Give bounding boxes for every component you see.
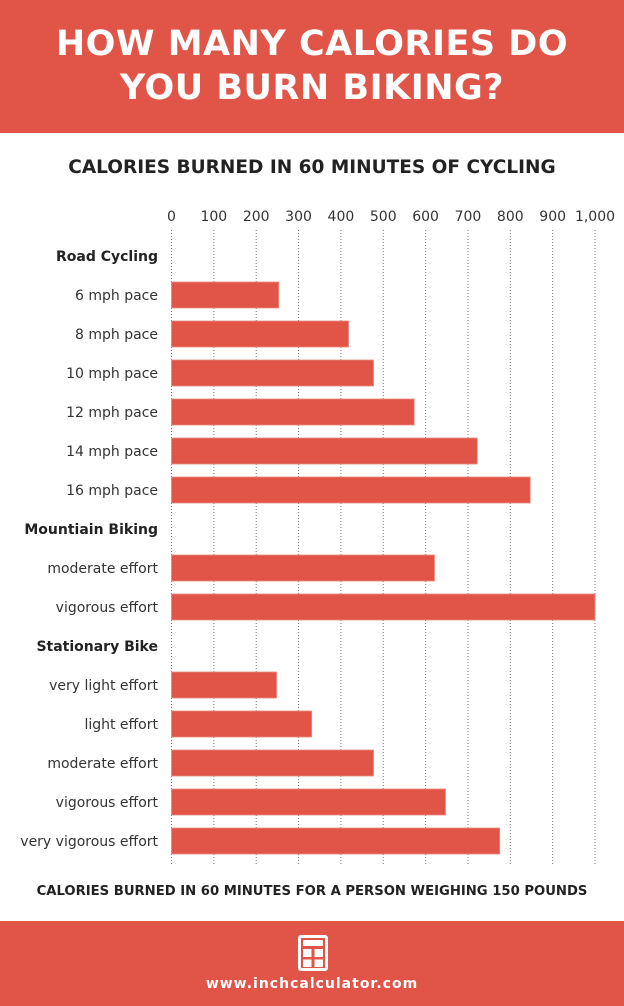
category-label: moderate effort bbox=[47, 756, 158, 772]
website-link[interactable]: www.inchcalculator.com bbox=[0, 976, 624, 992]
bar bbox=[171, 710, 313, 738]
x-tick-label: 0 bbox=[167, 209, 176, 225]
category-label: vigorous effort bbox=[56, 795, 159, 811]
x-tick-label: 500 bbox=[370, 209, 397, 225]
x-tick-label: 600 bbox=[412, 209, 439, 225]
bar bbox=[171, 593, 596, 621]
category-label: 12 mph pace bbox=[66, 405, 158, 421]
bar bbox=[171, 554, 435, 582]
bar-chart: 0 100 200 300 400 500 600 700 800 900 1,000 Road Cy… bbox=[20, 209, 615, 865]
category-label: very light effort bbox=[49, 678, 158, 694]
calculator-icon bbox=[298, 935, 328, 971]
x-tick-label: 100 bbox=[200, 209, 227, 225]
category-label: 10 mph pace bbox=[66, 366, 158, 382]
category-label: vigorous effort bbox=[56, 600, 159, 616]
category-label: moderate effort bbox=[47, 561, 158, 577]
bar bbox=[171, 827, 501, 855]
x-tick-label: 300 bbox=[285, 209, 312, 225]
x-tick-label: 800 bbox=[497, 209, 524, 225]
bar bbox=[171, 398, 415, 426]
bar bbox=[171, 281, 280, 309]
group-label: Stationary Bike bbox=[36, 639, 158, 655]
page-title-line-2: YOU BURN BIKING? bbox=[119, 68, 505, 108]
bar bbox=[171, 320, 349, 348]
bar bbox=[171, 437, 478, 465]
category-label: very vigorous effort bbox=[20, 834, 158, 850]
bar bbox=[171, 788, 446, 816]
category-label: 16 mph pace bbox=[66, 483, 158, 499]
category-label: 6 mph pace bbox=[75, 288, 158, 304]
bar bbox=[171, 476, 531, 504]
page-title: HOW MANY CALORIES DO YOU BURN BIKING? bbox=[0, 22, 624, 110]
category-label: 14 mph pace bbox=[66, 444, 158, 460]
bar bbox=[171, 671, 277, 699]
group-label: Road Cycling bbox=[56, 249, 158, 265]
x-tick-label: 200 bbox=[243, 209, 270, 225]
group-label: Mountiain Biking bbox=[24, 522, 158, 538]
x-tick-label: 900 bbox=[539, 209, 566, 225]
header-banner: HOW MANY CALORIES DO YOU BURN BIKING? bbox=[0, 0, 624, 133]
category-label: 8 mph pace bbox=[75, 327, 158, 343]
bar bbox=[171, 359, 374, 387]
chart-title: CALORIES BURNED IN 60 MINUTES OF CYCLING bbox=[68, 157, 556, 178]
chart-footnote: CALORIES BURNED IN 60 MINUTES FOR A PERS… bbox=[36, 884, 588, 899]
bar bbox=[171, 749, 374, 777]
x-tick-label: 1,000 bbox=[575, 209, 615, 225]
category-label: light effort bbox=[84, 717, 158, 733]
x-tick-label: 400 bbox=[328, 209, 355, 225]
x-tick-label: 700 bbox=[455, 209, 482, 225]
page-title-line-1: HOW MANY CALORIES DO bbox=[55, 24, 569, 64]
